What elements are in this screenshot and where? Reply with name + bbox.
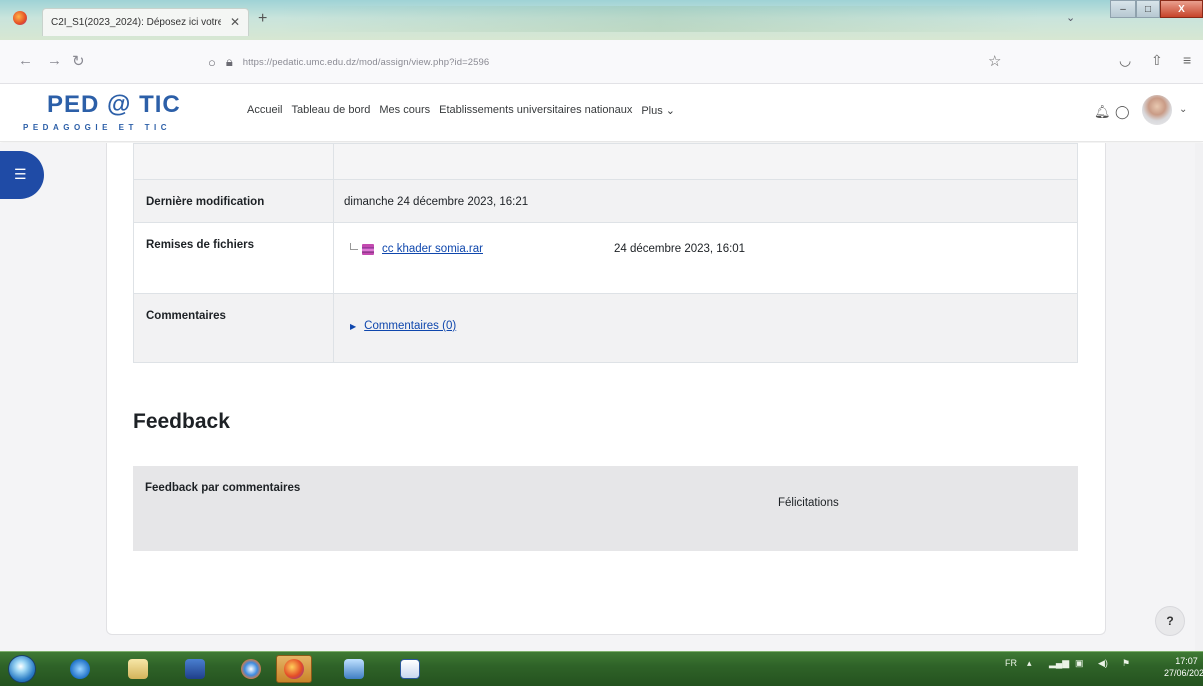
address-bar[interactable]: ○ 🔒︎ https://pedatic.umc.edu.dz/mod/assi… <box>208 49 1018 75</box>
comments-link[interactable]: Commentaires (0) <box>364 320 456 332</box>
nav-item-tableau-de-bord[interactable]: Tableau de bord <box>291 104 370 117</box>
firefox-glyph <box>284 659 304 679</box>
system-clock[interactable]: 17:07 27/06/2024 <box>1164 655 1203 679</box>
tab-title: C2I_S1(2023_2024): Déposez ici votre <box>51 17 221 28</box>
nav-item-mes-cours[interactable]: Mes cours <box>379 104 430 117</box>
tray-expand-icon[interactable]: ▴ <box>1027 658 1032 669</box>
maximize-button[interactable]: □ <box>1136 0 1160 18</box>
file-explorer-icon[interactable] <box>120 655 156 683</box>
nav-item-accueil[interactable]: Accueil <box>247 104 282 117</box>
lock-icon[interactable]: 🔒︎ <box>226 54 233 70</box>
logo-sub-text: PEDAGOGIE ET TIC <box>23 123 172 132</box>
sync-app-icon[interactable] <box>233 655 269 683</box>
comments-toggle[interactable]: ▶ Commentaires (0) <box>350 320 1067 332</box>
file-submissions-value: cc khader somia.rar 24 décembre 2023, 16… <box>333 222 1078 294</box>
extensions-icon[interactable]: ⇧ <box>1151 52 1163 69</box>
sync-glyph <box>241 659 261 679</box>
back-icon[interactable]: ← <box>18 52 33 69</box>
menu-icon[interactable]: ≡ <box>1183 52 1191 68</box>
table-row: Remises de fichiers cc khader somia.rar … <box>133 222 1078 294</box>
network-glyph <box>344 659 364 679</box>
firefox-taskbar-icon[interactable] <box>276 655 312 683</box>
table-row: Commentaires ▶ Commentaires (0) <box>133 293 1078 363</box>
media-player-icon[interactable] <box>177 655 213 683</box>
word-glyph <box>400 659 420 679</box>
start-button[interactable] <box>8 655 36 683</box>
feedback-table: Feedback par commentaires Félicitations <box>133 466 1078 551</box>
browser-tab[interactable]: C2I_S1(2023_2024): Déposez ici votre ✕ <box>42 8 249 36</box>
tab-close-icon[interactable]: ✕ <box>230 15 240 29</box>
comments-value: ▶ Commentaires (0) <box>333 293 1078 363</box>
tree-connector <box>350 242 358 250</box>
file-link[interactable]: cc khader somia.rar <box>382 243 614 255</box>
close-window-button[interactable]: X <box>1160 0 1203 18</box>
last-modified-value: dimanche 24 décembre 2023, 16:21 <box>333 179 1078 223</box>
file-submissions-label: Remises de fichiers <box>133 222 334 294</box>
firefox-icon <box>13 11 27 25</box>
list-icon: ☰ <box>14 166 27 182</box>
nav-item-plus[interactable]: Plus ⌄ <box>641 104 675 117</box>
file-date: 24 décembre 2023, 16:01 <box>614 243 746 255</box>
avatar[interactable] <box>1142 95 1172 125</box>
minimize-button[interactable]: – <box>1110 0 1136 18</box>
nav-item-etablissements[interactable]: Etablissements universitaires nationaux <box>439 104 632 117</box>
internet-explorer-icon[interactable] <box>62 655 98 683</box>
flag-icon[interactable]: ⚑ <box>1122 658 1130 669</box>
bell-icon[interactable]: 🔔︎ <box>1094 104 1111 120</box>
bookmark-star-icon[interactable]: ☆ <box>988 52 1001 70</box>
media-glyph <box>185 659 205 679</box>
ie-glyph <box>70 659 90 679</box>
reload-icon[interactable]: ↻ <box>72 52 85 70</box>
archive-file-icon <box>362 243 374 255</box>
feedback-comments-value: Félicitations <box>778 497 839 509</box>
url-text[interactable]: https://pedatic.umc.edu.dz/mod/assign/vi… <box>243 57 490 68</box>
triangle-right-icon[interactable]: ▶ <box>350 322 356 331</box>
new-tab-button[interactable]: + <box>258 10 267 28</box>
chevron-down-icon[interactable]: ⌄ <box>1179 104 1187 115</box>
comments-label: Commentaires <box>133 293 334 363</box>
row-value <box>333 143 1078 180</box>
clock-time: 17:07 <box>1175 656 1198 666</box>
site-logo[interactable]: PED @ TIC PEDAGOGIE ET TIC <box>23 91 213 136</box>
table-row <box>133 143 1078 180</box>
chat-icon[interactable]: ◯ <box>1115 104 1130 120</box>
row-label <box>133 143 334 180</box>
logo-main-text: PED @ TIC <box>47 91 181 118</box>
volume-icon[interactable]: ◀) <box>1098 658 1108 669</box>
help-button[interactable]: ? <box>1155 606 1185 636</box>
last-modified-label: Dernière modification <box>133 179 334 223</box>
shield-icon[interactable]: ○ <box>208 55 216 70</box>
page-scrollbar[interactable] <box>1195 143 1203 651</box>
clock-date: 27/06/2024 <box>1164 668 1203 678</box>
folder-glyph <box>128 659 148 679</box>
submission-status-table: Dernière modification dimanche 24 décemb… <box>133 143 1078 363</box>
word-icon[interactable] <box>392 655 428 683</box>
file-item: cc khader somia.rar 24 décembre 2023, 16… <box>350 242 1067 255</box>
network-tray-icon[interactable]: ▣ <box>1075 658 1084 669</box>
signal-icon[interactable]: ▂▄▆ <box>1049 658 1069 669</box>
feedback-comments-label: Feedback par commentaires <box>145 482 301 494</box>
network-app-icon[interactable] <box>336 655 372 683</box>
feedback-heading: Feedback <box>133 410 230 433</box>
language-indicator[interactable]: FR <box>1005 658 1017 668</box>
primary-navigation: Accueil Tableau de bord Mes cours Etabli… <box>247 104 684 117</box>
browser-toolbar: ← → ↻ ○ 🔒︎ https://pedatic.umc.edu.dz/mo… <box>0 40 1203 84</box>
forward-icon[interactable]: → <box>47 52 62 69</box>
table-row: Dernière modification dimanche 24 décemb… <box>133 179 1078 223</box>
pocket-icon[interactable]: ◡ <box>1119 52 1131 69</box>
list-tabs-icon[interactable]: ⌄ <box>1066 11 1075 24</box>
site-header: PED @ TIC PEDAGOGIE ET TIC Accueil Table… <box>0 84 1203 142</box>
